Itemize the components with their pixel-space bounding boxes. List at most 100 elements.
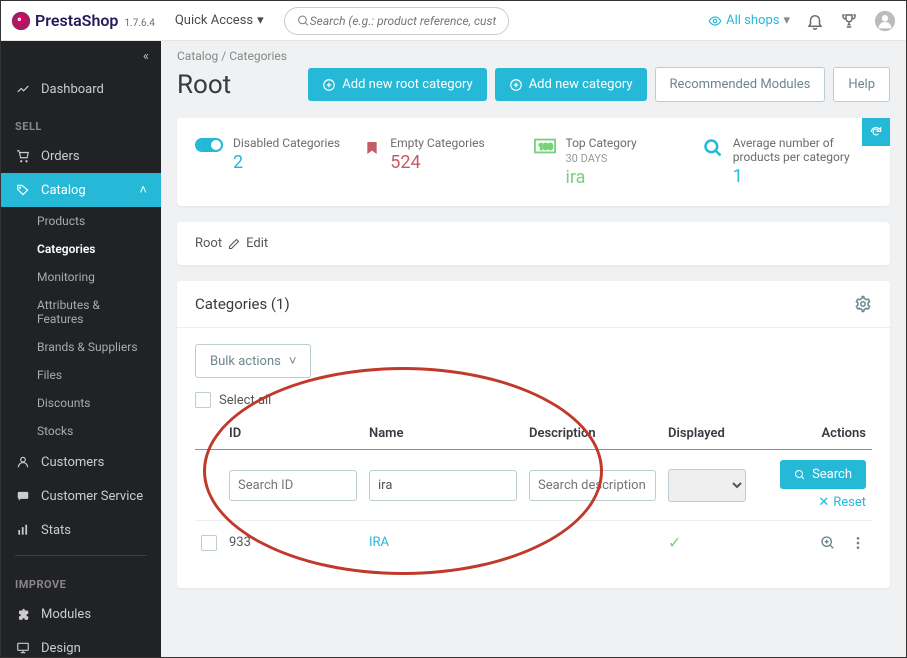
nav-orders[interactable]: Orders [1,139,161,173]
more-icon[interactable] [850,535,866,551]
recommended-modules-button[interactable]: Recommended Modules [655,67,826,102]
user-icon [15,454,31,470]
nav-modules[interactable]: Modules [1,597,161,631]
caret-down-icon: ▾ [783,13,790,28]
col-actions: Actions [752,418,872,450]
caret-down-icon: ▾ [257,13,264,28]
check-icon: ✓ [668,533,681,552]
zoom-icon[interactable] [820,535,836,551]
edit-link[interactable]: Edit [246,236,268,251]
nav-categories[interactable]: Categories [1,235,161,263]
nav-customers[interactable]: Customers [1,445,161,479]
chat-icon [15,488,31,504]
reset-link[interactable]: ✕ Reset [818,495,866,510]
nav-customer-service[interactable]: Customer Service [1,479,161,513]
collapse-sidebar[interactable]: « [1,41,161,72]
table-row[interactable]: 933 IRA ✓ [195,521,872,565]
svg-text:100: 100 [538,143,552,153]
edit-path-panel: Root Edit [177,222,890,265]
toggle-icon [195,138,223,152]
puzzle-icon [15,606,31,622]
trophy-icon[interactable] [840,12,858,30]
select-all-label: Select all [219,393,271,408]
tag-icon [15,182,31,198]
breadcrumb-current: Categories [229,49,287,63]
search-icon [297,14,310,28]
chevron-down-icon: ˅ [289,353,297,369]
search-input[interactable] [310,14,496,28]
nav-stats[interactable]: Stats [1,513,161,547]
help-button[interactable]: Help [833,67,890,102]
nav-heading-sell: SELL [1,106,161,139]
version-text: 1.7.6.4 [124,18,154,29]
nav-dashboard[interactable]: Dashboard [1,72,161,106]
trend-icon [15,81,31,97]
bulk-actions-button[interactable]: Bulk actions ˅ [195,344,311,378]
breadcrumb-parent[interactable]: Catalog [177,49,218,63]
search-icon [794,469,806,481]
row-checkbox[interactable] [201,535,217,551]
row-name-link[interactable]: IRA [369,535,389,550]
col-name[interactable]: Name [363,418,523,450]
search-button[interactable]: Search [780,460,866,489]
close-icon: ✕ [818,495,829,510]
chevron-up-icon: ˄ [139,182,147,198]
breadcrumb: Catalog / Categories [161,41,906,63]
col-displayed[interactable]: Displayed [662,418,752,450]
stat-disabled-label: Disabled Categories [233,136,340,150]
magnify-icon [703,138,723,158]
monitor-icon [15,640,31,656]
row-id: 933 [223,521,363,565]
categories-title: Categories (1) [195,295,290,313]
money-icon: 100 [534,138,556,154]
bookmark-icon [364,138,380,158]
bell-icon[interactable] [806,12,824,30]
stat-top-value: ira [566,167,637,188]
quick-access-menu[interactable]: Quick Access ▾ [175,13,264,28]
avatar-icon[interactable] [874,10,896,32]
nav-products[interactable]: Products [1,207,161,235]
plus-circle-icon [322,78,336,92]
nav-stocks[interactable]: Stocks [1,417,161,445]
search-name-input[interactable] [369,470,517,501]
nav-catalog[interactable]: Catalog ˄ [1,173,161,207]
search-displayed-select[interactable] [668,469,746,502]
nav-attributes[interactable]: Attributes & Features [1,291,161,333]
gear-icon [854,295,872,313]
nav-monitoring[interactable]: Monitoring [1,263,161,291]
shop-selector[interactable]: All shops ▾ [708,13,790,28]
select-all-checkbox[interactable] [195,392,211,408]
refresh-button[interactable] [862,118,890,146]
refresh-icon [869,125,883,139]
categories-panel: Categories (1) Bulk actions ˅ Select all… [177,281,890,588]
eye-icon [708,14,722,28]
page-title: Root [177,70,231,100]
stat-avg-value: 1 [733,166,872,187]
stat-empty-label: Empty Categories [390,136,484,150]
stat-disabled-value: 2 [233,152,340,173]
add-category-button[interactable]: Add new category [495,68,647,101]
nav-files[interactable]: Files [1,361,161,389]
nav-design[interactable]: Design [1,631,161,657]
nav-heading-improve: IMPROVE [1,564,161,597]
edit-root-text: Root [195,236,222,251]
bar-icon [15,522,31,538]
stat-top-label: Top Category [566,136,637,150]
cart-icon [15,148,31,164]
col-desc[interactable]: Description [523,418,662,450]
col-id[interactable]: ID [223,418,363,450]
stat-avg-label: Average number of products per category [733,136,872,164]
stat-empty-value: 524 [390,152,484,173]
settings-button[interactable] [854,295,872,313]
plus-circle-icon [509,78,523,92]
brand-logo: PrestaShop [11,11,118,31]
nav-brands[interactable]: Brands & Suppliers [1,333,161,361]
stat-top-sub: 30 DAYS [566,152,637,165]
search-desc-input[interactable] [529,470,656,501]
global-search[interactable] [284,7,509,35]
pencil-icon [228,238,240,250]
nav-discounts[interactable]: Discounts [1,389,161,417]
search-id-input[interactable] [229,470,357,501]
stats-panel: Disabled Categories 2 Empty Categories 5… [177,118,890,206]
add-root-category-button[interactable]: Add new root category [308,68,486,101]
